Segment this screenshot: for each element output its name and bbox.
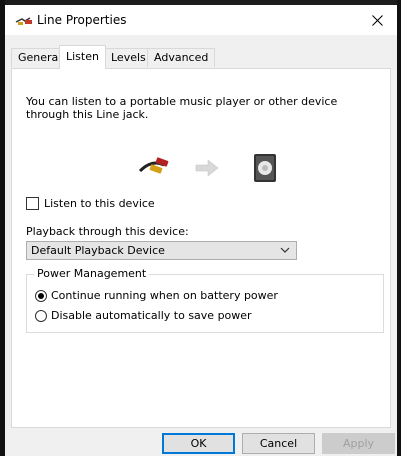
title-bar[interactable]: Line Properties	[5, 5, 397, 35]
window-title: Line Properties	[37, 13, 127, 27]
right-arrow-icon	[195, 159, 219, 177]
listen-checkbox[interactable]	[26, 197, 39, 210]
listen-description: You can listen to a portable music playe…	[26, 95, 338, 121]
apply-button[interactable]: Apply	[322, 433, 395, 454]
listen-illustration	[138, 154, 276, 182]
line-in-jack-icon	[15, 17, 32, 25]
tab-levels[interactable]: Levels	[104, 48, 153, 67]
continue-running-radio[interactable]	[35, 289, 47, 302]
speaker-icon	[254, 154, 276, 182]
properties-dialog: Line Properties General Listen Levels Ad…	[5, 5, 397, 456]
close-icon	[371, 14, 383, 26]
playback-device-select[interactable]: Default Playback Device	[26, 241, 297, 260]
tab-listen[interactable]: Listen	[59, 45, 106, 69]
close-button[interactable]	[357, 5, 397, 35]
continue-running-label: Continue running when on battery power	[51, 289, 278, 302]
cancel-button[interactable]: Cancel	[242, 433, 315, 454]
disable-automatically-option[interactable]: Disable automatically to save power	[35, 309, 252, 322]
playback-device-label: Playback through this device:	[26, 225, 189, 238]
tab-advanced[interactable]: Advanced	[147, 48, 216, 67]
continue-running-option[interactable]: Continue running when on battery power	[35, 289, 278, 302]
disable-automatically-label: Disable automatically to save power	[51, 309, 252, 322]
listen-to-device-option[interactable]: Listen to this device	[26, 197, 155, 210]
listen-tab-panel: You can listen to a portable music playe…	[11, 68, 391, 428]
disable-automatically-radio[interactable]	[35, 309, 47, 322]
chevron-down-icon	[280, 247, 290, 253]
power-management-legend: Power Management	[34, 267, 150, 280]
listen-checkbox-label: Listen to this device	[44, 197, 155, 210]
ok-button[interactable]: OK	[162, 433, 235, 454]
playback-device-value: Default Playback Device	[31, 244, 165, 257]
audio-cable-icon	[138, 157, 169, 174]
power-management-group: Power Management Continue running when o…	[26, 267, 384, 333]
window-frame-right	[397, 0, 401, 456]
